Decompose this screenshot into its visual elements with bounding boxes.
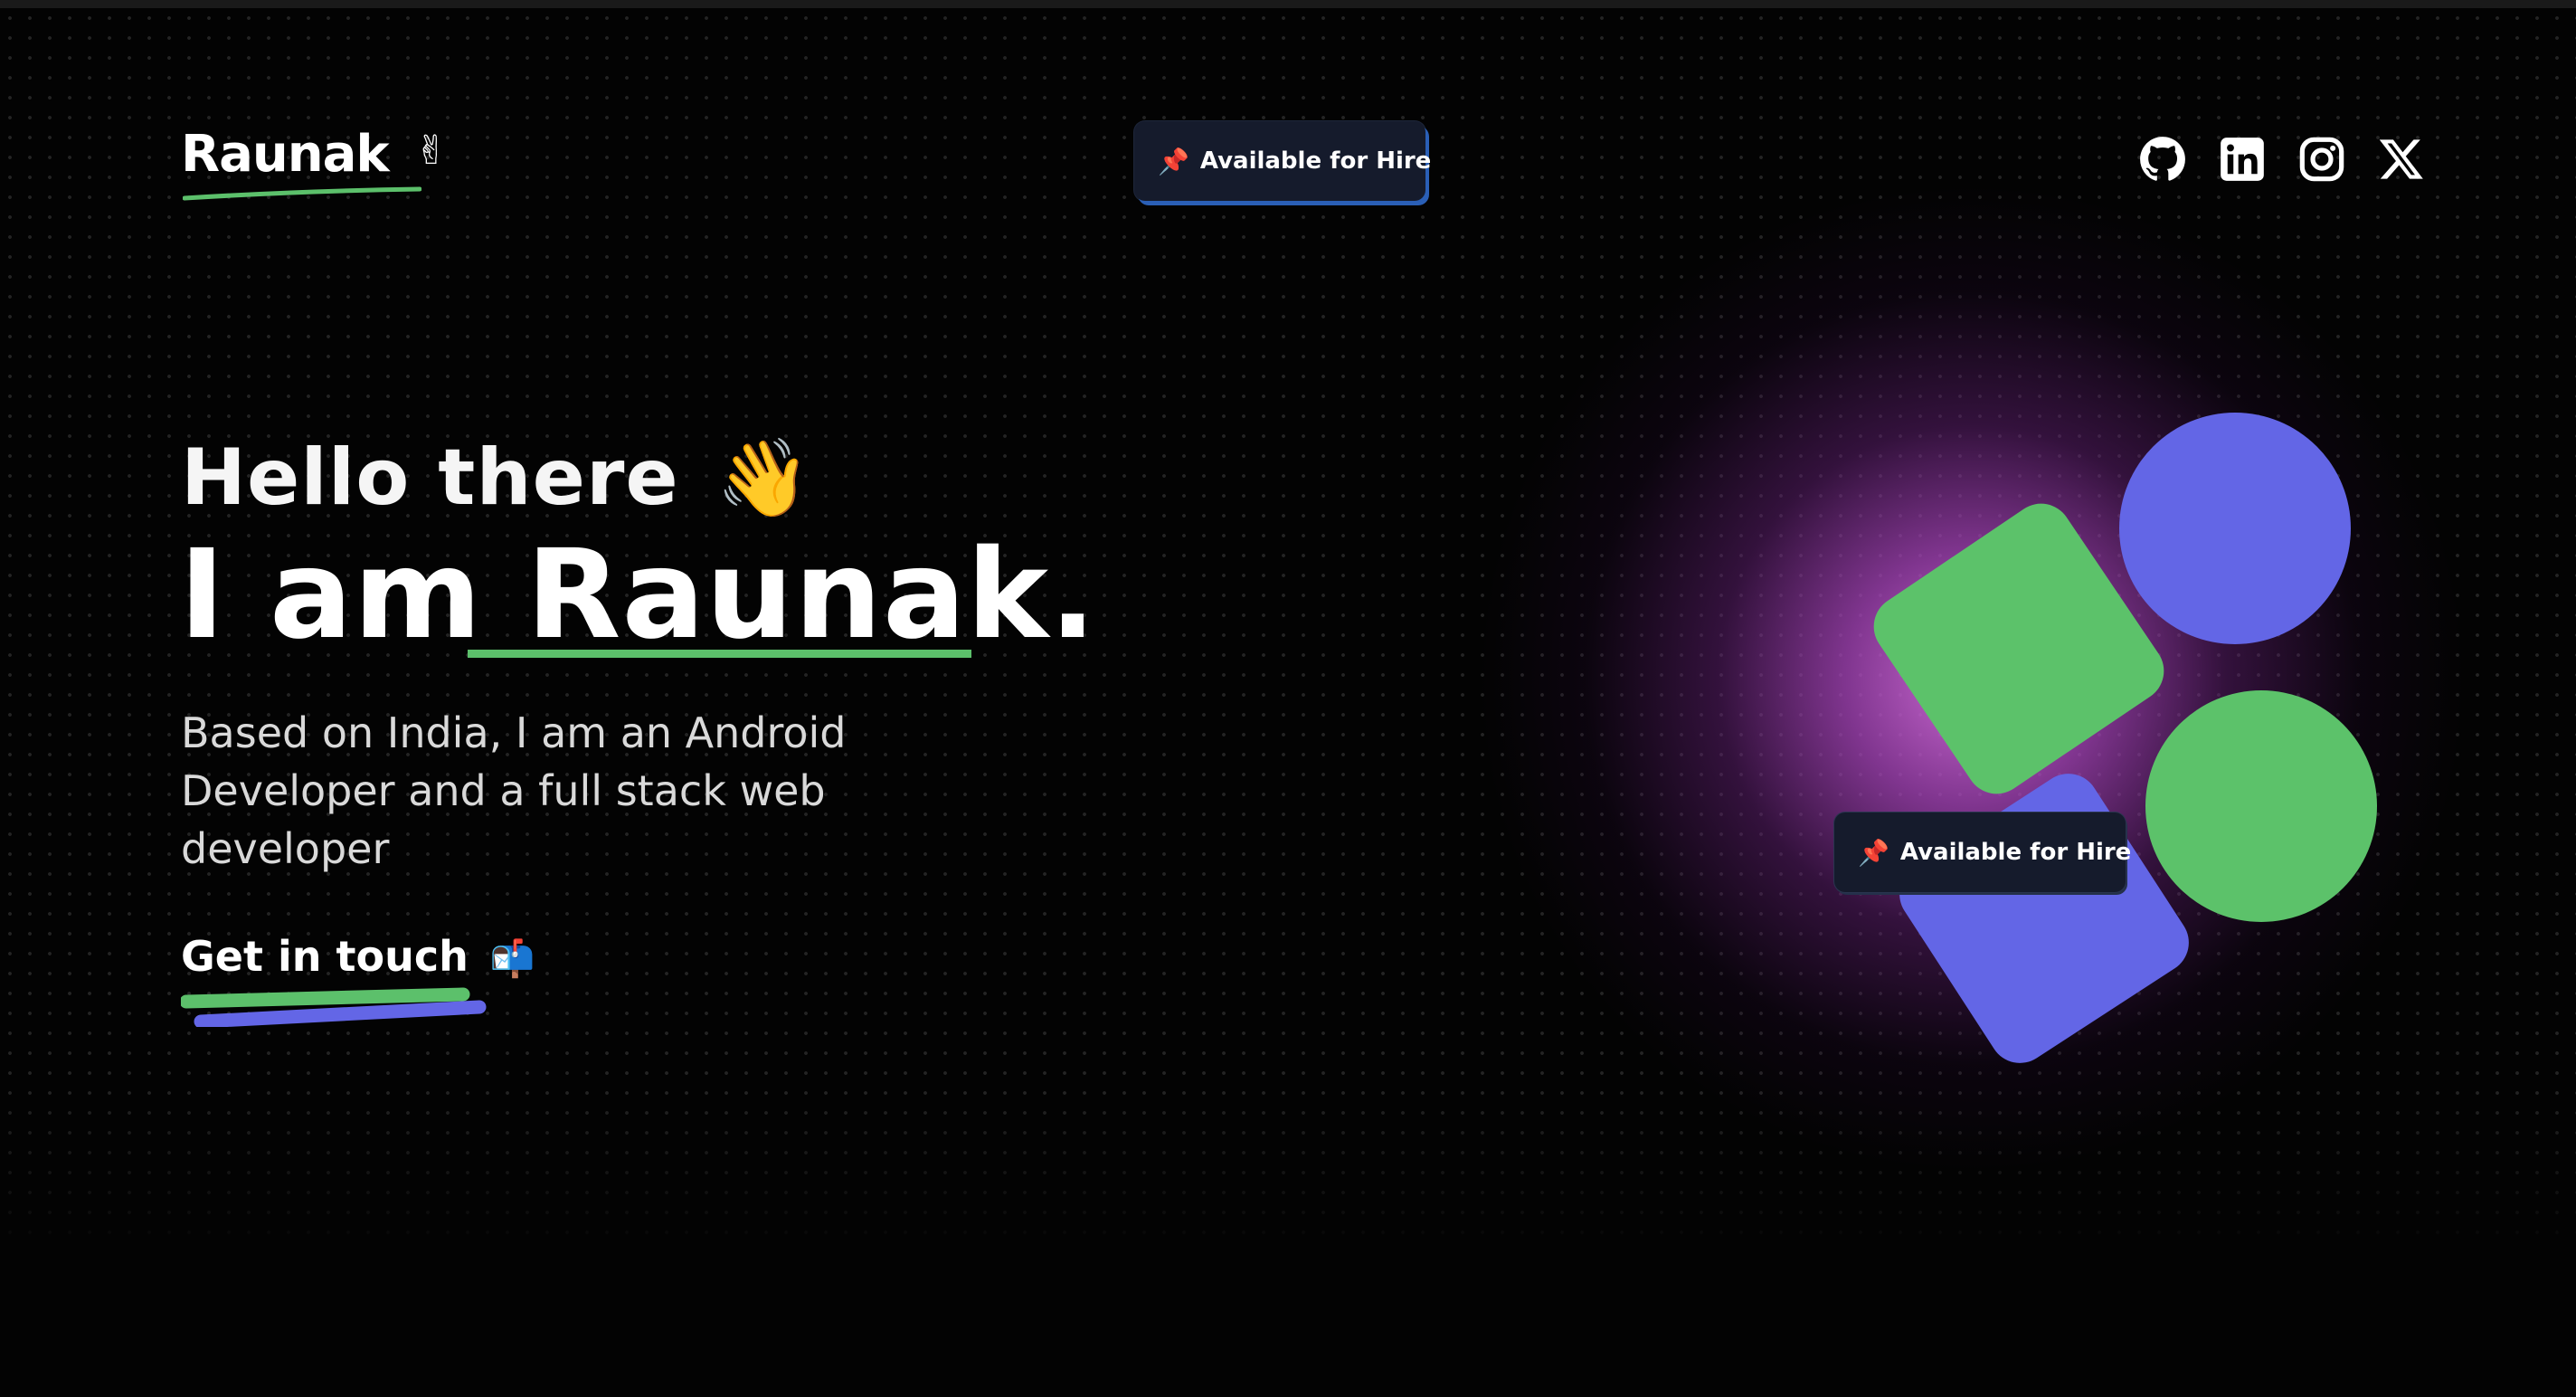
intro-prefix: I am <box>179 524 483 667</box>
cta-underline-scribble <box>181 987 487 1027</box>
logo-underline <box>183 186 421 201</box>
waving-hand-icon: 👋 <box>715 433 812 522</box>
blue-circle-shape <box>2119 413 2351 644</box>
intro-heading: I am Raunak. <box>179 523 1097 668</box>
bio-text: Based on India, I am an Android Develope… <box>181 708 847 873</box>
floating-hire-label: Available for Hire <box>1899 839 2132 866</box>
x-link[interactable] <box>2378 136 2425 183</box>
mailbox-icon: 📬 <box>489 938 535 980</box>
linkedin-link[interactable] <box>2219 136 2266 183</box>
hire-badge-label: Available for Hire <box>1199 147 1432 175</box>
github-link[interactable] <box>2139 136 2186 183</box>
name-text: Raunak. <box>526 524 1097 667</box>
instagram-link[interactable] <box>2298 136 2345 183</box>
github-icon <box>2140 137 2185 181</box>
logo-text: Raunak <box>181 125 390 184</box>
name-underline <box>468 650 971 658</box>
instagram-icon <box>2299 137 2344 182</box>
greeting-text: Hello there <box>181 432 679 523</box>
pushpin-icon: 📌 <box>1858 837 1889 868</box>
x-icon <box>2379 139 2423 179</box>
get-in-touch-link[interactable]: Get in touch 📬 <box>181 932 535 981</box>
cta-label: Get in touch <box>181 932 469 981</box>
pushpin-icon: 📌 <box>1158 146 1189 176</box>
floating-hire-badge[interactable]: 📌 Available for Hire <box>1834 813 2131 892</box>
top-border <box>0 0 2576 8</box>
logo[interactable]: Raunak ✌ <box>181 125 448 184</box>
victory-hand-icon: ✌ <box>414 128 448 174</box>
green-circle-shape <box>2145 690 2377 922</box>
greeting-heading: Hello there 👋 <box>181 432 811 523</box>
available-for-hire-badge[interactable]: 📌 Available for Hire <box>1134 121 1431 201</box>
linkedin-icon <box>2221 138 2264 181</box>
